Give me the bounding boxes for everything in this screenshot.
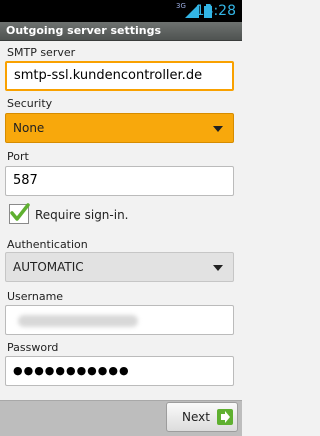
port-label: Port (7, 150, 29, 163)
port-input[interactable]: 587 (5, 166, 234, 196)
dropdown-arrow-icon (213, 126, 223, 132)
dropdown-arrow-icon (213, 265, 223, 271)
arrow-right-icon (217, 409, 233, 425)
security-select[interactable]: None (5, 113, 234, 143)
next-button[interactable]: Next (166, 402, 238, 432)
title-bar: Outgoing server settings (0, 22, 242, 41)
authentication-select[interactable]: AUTOMATIC (5, 252, 234, 282)
require-signin-label: Require sign-in. (35, 208, 129, 222)
next-button-label: Next (182, 410, 210, 424)
authentication-label: Authentication (7, 238, 88, 251)
authentication-select-value: AUTOMATIC (13, 260, 84, 274)
password-input[interactable]: ●●●●●●●●●●● (5, 356, 234, 386)
smtp-server-label: SMTP server (7, 46, 76, 59)
require-signin-checkbox[interactable] (9, 203, 30, 224)
redacted-username (18, 315, 138, 327)
password-label: Password (7, 341, 59, 354)
security-label: Security (7, 97, 53, 110)
smtp-server-input[interactable]: smtp-ssl.kundencontroller.de (5, 61, 234, 91)
security-select-value: None (13, 121, 45, 135)
checkmark-icon (10, 203, 30, 221)
page-title: Outgoing server settings (6, 24, 162, 37)
status-time: 14:28 (195, 3, 236, 19)
status-bar: 3G 14:28 (0, 0, 242, 22)
username-label: Username (7, 290, 64, 303)
username-input[interactable] (5, 305, 234, 335)
